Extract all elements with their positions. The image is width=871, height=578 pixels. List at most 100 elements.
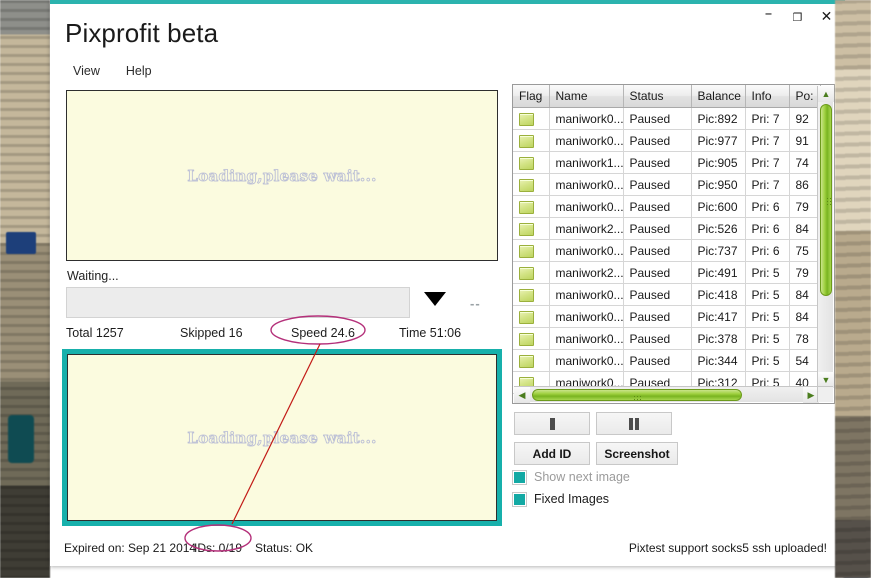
double-bar-icon (629, 417, 639, 430)
cell-info: Pri: 7 (745, 129, 790, 152)
cell-flag (513, 283, 550, 306)
table-row[interactable]: maniwork1... Paused Pic:905 Pri: 7 74 (513, 151, 821, 174)
table-row[interactable]: maniwork0... Paused Pic:950 Pri: 7 86 (513, 173, 821, 196)
status-expired: Expired on: Sep 21 2014 (64, 541, 197, 555)
cell-status: Paused (623, 349, 692, 372)
cell-name: maniwork0... (549, 327, 624, 350)
cell-name: maniwork0... (549, 129, 624, 152)
pause-single-button[interactable] (514, 412, 590, 435)
scrollbar-grip-icon (633, 395, 643, 401)
workers-table: Flag Name Status Balance Info Po: maniwo… (513, 85, 821, 394)
cell-name: maniwork0... (549, 283, 624, 306)
maximize-icon[interactable]: ❐ (783, 6, 812, 28)
cell-name: maniwork0... (549, 173, 624, 196)
cell-info: Pri: 6 (745, 239, 790, 262)
cell-pos: 84 (789, 217, 821, 240)
flag-icon (519, 288, 534, 302)
table-row[interactable]: maniwork0... Paused Pic:892 Pri: 7 92 (513, 107, 821, 130)
table-row[interactable]: maniwork0... Paused Pic:600 Pri: 6 79 (513, 195, 821, 218)
table-row[interactable]: maniwork0... Paused Pic:418 Pri: 5 84 (513, 283, 821, 306)
fixed-images-label: Fixed Images (534, 492, 610, 506)
add-id-button[interactable]: Add ID (514, 442, 590, 465)
stat-total: Total 1257 (66, 326, 124, 340)
cell-flag (513, 217, 550, 240)
column-header-info[interactable]: Info (745, 85, 790, 108)
cell-flag (513, 151, 550, 174)
table-vertical-scrollbar[interactable]: ▲ ▼ (817, 86, 834, 388)
chevron-down-icon[interactable] (424, 292, 446, 306)
cell-info: Pri: 6 (745, 217, 790, 240)
stat-skipped: Skipped 16 (180, 326, 243, 340)
cell-name: maniwork2... (549, 261, 624, 284)
cell-balance: Pic:526 (691, 217, 746, 240)
image-preview-top[interactable]: Loading,please wait... (66, 90, 498, 261)
cell-balance: Pic:950 (691, 173, 746, 196)
table-row[interactable]: maniwork2... Paused Pic:491 Pri: 5 79 (513, 261, 821, 284)
flag-icon (519, 200, 534, 214)
table-row[interactable]: maniwork0... Paused Pic:344 Pri: 5 54 (513, 349, 821, 372)
cell-pos: 74 (789, 151, 821, 174)
table-row[interactable]: maniwork0... Paused Pic:378 Pri: 5 78 (513, 327, 821, 350)
column-header-flag[interactable]: Flag (513, 85, 550, 108)
checkbox-icon[interactable] (512, 491, 527, 507)
cell-info: Pri: 7 (745, 151, 790, 174)
flag-icon (519, 156, 534, 170)
table-row[interactable]: maniwork0... Paused Pic:417 Pri: 5 84 (513, 305, 821, 328)
cell-status: Paused (623, 107, 692, 130)
cell-pos: 84 (789, 283, 821, 306)
column-header-pos[interactable]: Po: (789, 85, 821, 108)
show-next-image-label: Show next image (534, 470, 630, 484)
flag-icon (519, 310, 534, 324)
preview-loading-text: Loading,please wait... (187, 428, 377, 447)
status-ids: IDs: 0/19 (194, 541, 243, 555)
flag-icon (519, 134, 534, 148)
menu-item-help[interactable]: Help (123, 63, 155, 79)
cell-info: Pri: 7 (745, 107, 790, 130)
cell-balance: Pic:892 (691, 107, 746, 130)
stat-time: Time 51:06 (399, 326, 462, 340)
cell-info: Pri: 6 (745, 195, 790, 218)
minimize-icon[interactable]: – (754, 6, 783, 28)
pause-double-button[interactable] (596, 412, 672, 435)
cell-info: Pri: 7 (745, 173, 790, 196)
column-header-name[interactable]: Name (549, 85, 624, 108)
cell-flag (513, 173, 550, 196)
desktop-background: – ❐ ✕ Pixprofit beta View Help Loading,p… (0, 0, 871, 578)
cell-status: Paused (623, 195, 692, 218)
table-horizontal-scrollbar[interactable]: ◀ ▶ (514, 386, 819, 403)
close-icon[interactable]: ✕ (812, 6, 841, 28)
flag-icon (519, 332, 534, 346)
cell-status: Paused (623, 173, 692, 196)
cell-status: Paused (623, 217, 692, 240)
cell-name: maniwork1... (549, 151, 624, 174)
scroll-left-icon[interactable]: ◀ (514, 387, 530, 403)
cell-balance: Pic:378 (691, 327, 746, 350)
background-detail (8, 415, 34, 463)
cell-flag (513, 305, 550, 328)
preview-loading-text: Loading,please wait... (187, 166, 377, 185)
scrollbar-grip-icon (826, 197, 832, 205)
status-bar: Expired on: Sep 21 2014 IDs: 0/19 Status… (50, 530, 845, 566)
fixed-images-checkbox[interactable]: Fixed Images (512, 491, 610, 507)
cell-pos: 79 (789, 195, 821, 218)
column-header-status[interactable]: Status (623, 85, 692, 108)
cell-flag (513, 239, 550, 262)
screenshot-button[interactable]: Screenshot (596, 442, 678, 465)
background-detail (6, 232, 36, 254)
table-row[interactable]: maniwork0... Paused Pic:977 Pri: 7 91 (513, 129, 821, 152)
table-header-row: Flag Name Status Balance Info Po: (513, 85, 821, 108)
cell-pos: 75 (789, 239, 821, 262)
menu-item-view[interactable]: View (70, 63, 103, 79)
image-preview-bottom[interactable]: Loading,please wait... (62, 349, 502, 526)
table-row[interactable]: maniwork0... Paused Pic:737 Pri: 6 75 (513, 239, 821, 262)
checkbox-icon[interactable] (512, 469, 527, 485)
table-row[interactable]: maniwork2... Paused Pic:526 Pri: 6 84 (513, 217, 821, 240)
cell-flag (513, 327, 550, 350)
show-next-image-checkbox[interactable]: Show next image (512, 469, 630, 485)
scroll-up-icon[interactable]: ▲ (818, 86, 834, 102)
column-header-balance[interactable]: Balance (691, 85, 746, 108)
vertical-scrollbar-thumb[interactable] (820, 104, 832, 296)
menu-bar: View Help (70, 63, 155, 79)
cell-info: Pri: 5 (745, 349, 790, 372)
horizontal-scrollbar-thumb[interactable] (532, 389, 742, 401)
